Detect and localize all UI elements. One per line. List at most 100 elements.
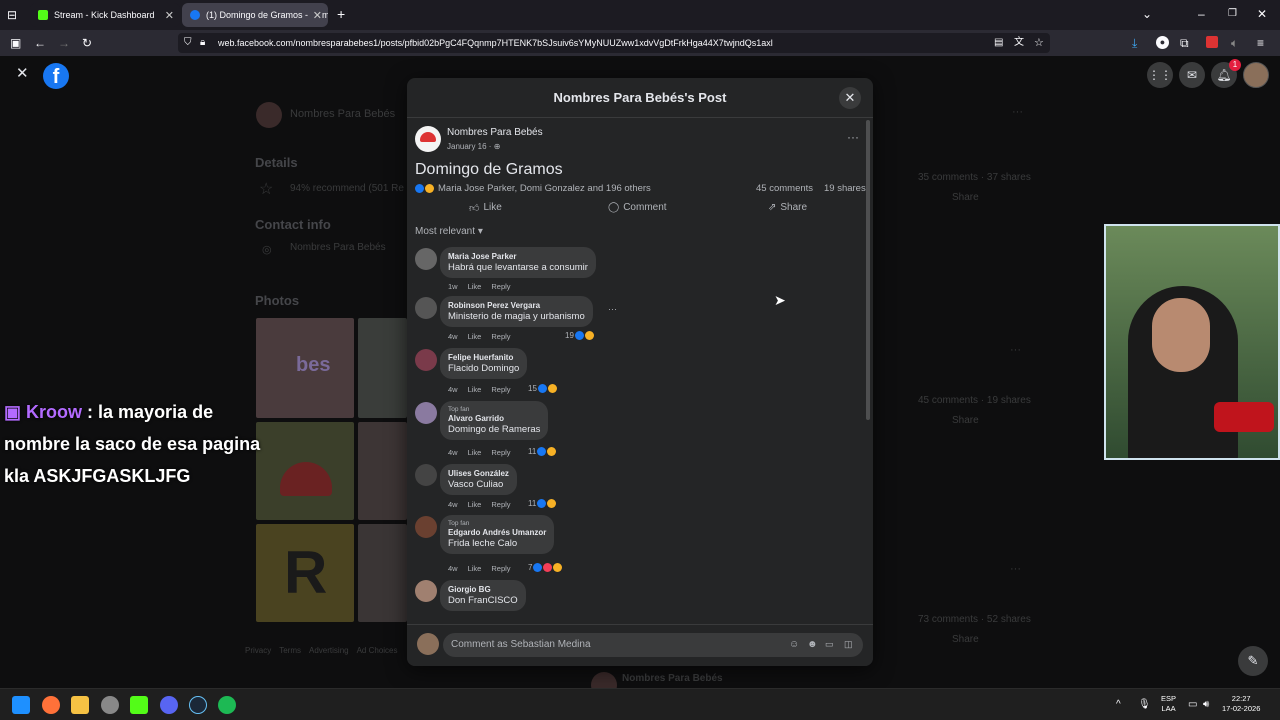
commenter-avatar[interactable] (415, 580, 437, 602)
commenter-avatar[interactable] (415, 297, 437, 319)
emoji-icon[interactable]: ☻ (807, 639, 818, 650)
comment-reactions[interactable]: 19 (565, 331, 594, 340)
network-icon[interactable]: ▭ (1188, 699, 1197, 711)
photo-thumbnail[interactable] (358, 422, 407, 520)
new-tab-icon[interactable]: + (337, 7, 345, 21)
reactions-summary[interactable]: Maria Jose Parker, Domi Gonzalez and 196… (415, 183, 651, 194)
avatar-sticker-icon[interactable]: ☺ (789, 639, 799, 650)
comment-reactions[interactable]: 11 (528, 499, 557, 508)
commenter-avatar[interactable] (415, 402, 437, 424)
commenter-avatar[interactable] (415, 516, 437, 538)
reload-icon[interactable]: ↻ (82, 37, 92, 49)
commenter-name[interactable]: Alvaro Garrido (448, 414, 540, 423)
messenger-icon[interactable]: ✉ (1179, 62, 1205, 88)
clock[interactable]: 22:27 17-02-2026 (1222, 694, 1260, 714)
volume-icon[interactable]: 🔊︎ (1203, 699, 1209, 711)
url-field[interactable]: ⛉ 🔒︎ web.facebook.com/nombresparabebes1/… (178, 33, 1050, 53)
gif-icon[interactable]: ▭ (825, 639, 834, 650)
commenter-name[interactable]: Edgardo Andrés Umanzor (448, 528, 546, 537)
firefox-icon[interactable] (42, 696, 60, 714)
comment-reply-button[interactable]: Reply (491, 500, 510, 509)
footer-link[interactable]: Privacy (245, 646, 271, 655)
close-icon[interactable]: ✕ (839, 87, 861, 109)
kick-app-icon[interactable] (130, 696, 148, 714)
photo-thumbnail[interactable] (358, 318, 407, 418)
close-tab-icon[interactable]: ✕ (309, 8, 322, 22)
reader-mode-icon[interactable]: ▤ (994, 37, 1003, 49)
photo-thumbnail[interactable]: R (256, 524, 354, 622)
comment-like-button[interactable]: Like (468, 448, 482, 457)
photo-thumbnail[interactable] (358, 524, 407, 622)
comment-reply-button[interactable]: Reply (491, 564, 510, 573)
tray-chevron-icon[interactable]: ^ (1116, 699, 1121, 711)
comment-like-button[interactable]: Like (468, 500, 482, 509)
windows-start-icon[interactable] (12, 696, 30, 714)
commenter-avatar[interactable] (415, 349, 437, 371)
profile-avatar[interactable] (1243, 62, 1269, 88)
comment-reactions[interactable]: 15 (528, 384, 557, 393)
tab-facebook-post[interactable]: (1) Domingo de Gramos - Nom ✕ (182, 3, 328, 27)
footer-link[interactable]: Ad Choices (357, 646, 398, 655)
steam-icon[interactable] (189, 696, 207, 714)
commenter-name[interactable]: Ulises González (448, 469, 509, 478)
menu-grid-icon[interactable]: ⋮⋮ (1147, 62, 1173, 88)
bookmark-star-icon[interactable]: ☆ (1034, 37, 1044, 49)
like-button[interactable]: 👍︎ Like (469, 202, 502, 214)
comments-count[interactable]: 45 comments (756, 183, 813, 194)
chrome-icon[interactable] (101, 696, 119, 714)
maximize-icon[interactable]: ❐ (1228, 8, 1237, 20)
file-explorer-icon[interactable] (71, 696, 89, 714)
facebook-logo-icon[interactable]: f (43, 63, 69, 89)
comment-like-button[interactable]: Like (468, 385, 482, 394)
shares-count[interactable]: 19 shares (824, 183, 866, 194)
comment-button[interactable]: ◯ Comment (608, 202, 667, 213)
comment-time[interactable]: 4w (448, 500, 458, 509)
comment-input[interactable]: Comment as Sebastian Medina (443, 633, 863, 657)
account-icon[interactable]: ● (1156, 36, 1169, 49)
language-indicator[interactable]: ESP LAA (1161, 694, 1176, 714)
comment-like-button[interactable]: Like (468, 332, 482, 341)
comment-reply-button[interactable]: Reply (491, 282, 510, 291)
post-more-icon[interactable]: ··· (847, 130, 859, 144)
commenter-name[interactable]: Maria Jose Parker (448, 252, 588, 261)
commenter-avatar[interactable] (415, 248, 437, 270)
footer-link[interactable]: Terms (279, 646, 301, 655)
comment-time[interactable]: 1w (448, 282, 458, 291)
comment-time[interactable]: 4w (448, 385, 458, 394)
scrollbar[interactable] (866, 120, 870, 420)
comment-time[interactable]: 4w (448, 448, 458, 457)
new-message-icon[interactable]: ✎ (1238, 646, 1268, 676)
commenter-name[interactable]: Giorgio BG (448, 585, 518, 594)
menu-icon[interactable]: ≡ (1257, 37, 1264, 49)
comment-time[interactable]: 4w (448, 564, 458, 573)
comment-like-button[interactable]: Like (468, 564, 482, 573)
comment-more-icon[interactable]: ··· (608, 304, 617, 314)
close-tab-icon[interactable]: ✕ (165, 9, 174, 22)
footer-link[interactable]: Advertising (309, 646, 349, 655)
translate-icon[interactable]: 文 (1014, 37, 1024, 49)
comment-reply-button[interactable]: Reply (491, 448, 510, 457)
comment-reactions[interactable]: 7 (528, 563, 563, 572)
tab-list-icon[interactable]: ⊟ (7, 9, 17, 21)
comment-reactions[interactable]: 11 (528, 447, 557, 456)
extensions-icon[interactable]: ⧉ (1180, 37, 1189, 49)
addon-icon[interactable] (1206, 36, 1218, 48)
comment-reply-button[interactable]: Reply (491, 332, 510, 341)
microphone-icon[interactable]: 🎙︎ (1138, 699, 1151, 711)
minimize-icon[interactable]: – (1198, 8, 1205, 20)
page-avatar[interactable] (415, 126, 441, 152)
commenter-avatar[interactable] (415, 464, 437, 486)
comment-reply-button[interactable]: Reply (491, 385, 510, 394)
close-viewer-icon[interactable]: ✕ (16, 66, 29, 81)
comment-like-button[interactable]: Like (468, 282, 482, 291)
commenter-name[interactable]: Robinson Perez Vergara (448, 301, 585, 310)
forward-icon[interactable]: → (58, 37, 70, 49)
back-icon[interactable]: ← (34, 37, 46, 49)
sticker-icon[interactable]: ◫ (844, 639, 853, 650)
download-icon[interactable]: ⤓ (1132, 37, 1137, 49)
post-author[interactable]: Nombres Para Bebés (447, 127, 543, 138)
close-window-icon[interactable]: ✕ (1257, 8, 1267, 20)
sort-dropdown[interactable]: Most relevant ▾ (415, 226, 483, 237)
chevron-down-icon[interactable]: ⌄ (1142, 8, 1152, 20)
comment-time[interactable]: 4w (448, 332, 458, 341)
